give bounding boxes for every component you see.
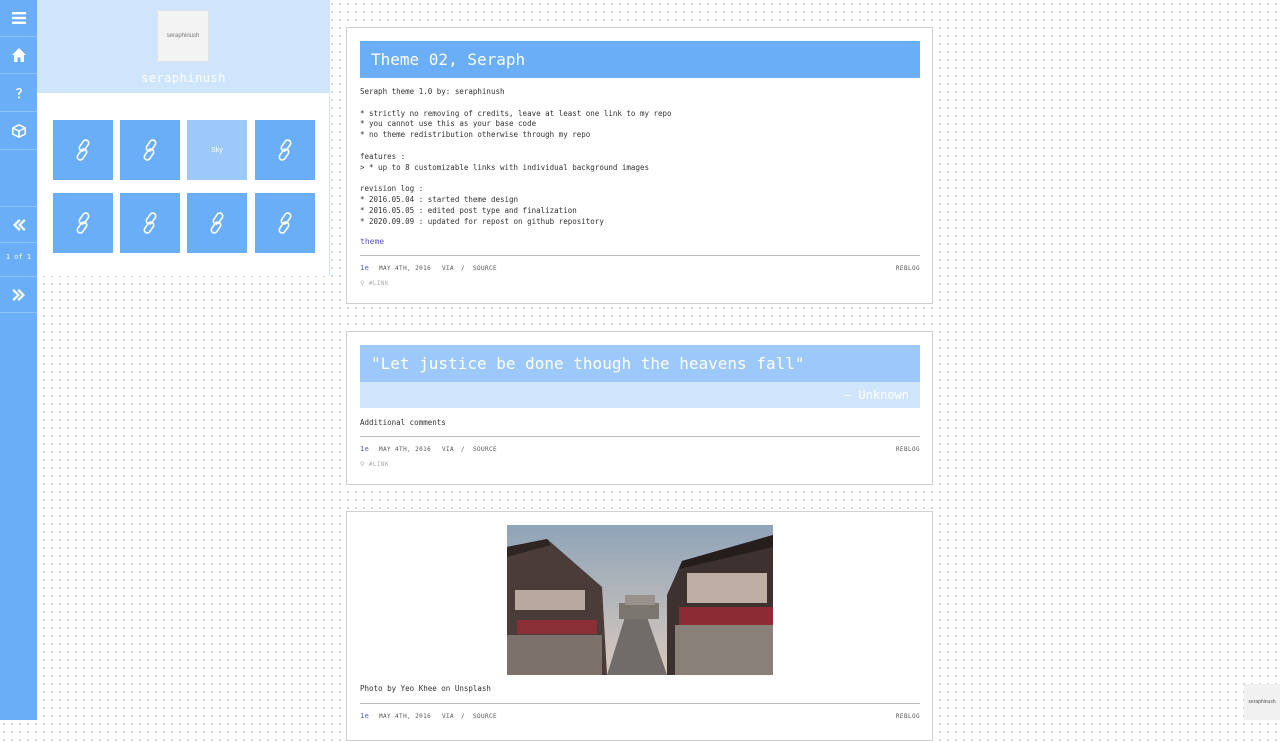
post-tag[interactable]: theme [360, 237, 384, 246]
divider [360, 703, 920, 704]
note-count[interactable]: 1e [360, 445, 369, 453]
link-icon [143, 139, 157, 161]
menu-button[interactable] [0, 0, 37, 37]
meta-separator: / [461, 265, 466, 272]
custom-link-5[interactable] [53, 193, 113, 253]
link-icon: ⚲ [360, 461, 365, 468]
permalink[interactable]: ⚲ #LINK [360, 280, 389, 287]
reblog-link[interactable]: REBLOG [896, 265, 920, 272]
custom-link-8[interactable] [255, 193, 315, 253]
avatar[interactable]: seraphinush [157, 10, 209, 62]
street-photo-image [507, 525, 773, 675]
blog-title[interactable]: seraphinush [37, 71, 330, 85]
hamburger-icon [11, 12, 26, 24]
cube-icon [11, 124, 26, 138]
permalink[interactable]: ⚲ #LINK [360, 461, 389, 468]
custom-link-6[interactable] [120, 193, 180, 253]
question-icon [15, 88, 22, 99]
post-photo[interactable] [507, 525, 773, 675]
custom-link-1[interactable] [53, 120, 113, 180]
source-link[interactable]: SOURCE [473, 713, 497, 720]
next-page-button[interactable] [0, 276, 37, 313]
prev-page-button[interactable] [0, 206, 37, 243]
quote-post: "Let justice be done though the heavens … [346, 331, 933, 485]
link-icon [143, 212, 157, 234]
meta-separator: / [461, 446, 466, 453]
ask-button[interactable] [0, 75, 37, 112]
text-post: Theme 02, Seraph Seraph theme 1.0 by: se… [346, 27, 933, 304]
note-count[interactable]: 1e [360, 712, 369, 720]
via-link[interactable]: VIA [442, 446, 454, 453]
link-icon [210, 212, 224, 234]
link-icon [76, 139, 90, 161]
post-date[interactable]: MAY 4TH, 2016 [379, 713, 431, 720]
post-body: Seraph theme 1.0 by: seraphinush * stric… [360, 87, 672, 226]
post-meta: 1e MAY 4TH, 2016 VIA / SOURCE REBLOG [360, 712, 920, 723]
quote-source: — Unknown [360, 382, 920, 408]
reblog-link[interactable]: REBLOG [896, 446, 920, 453]
post-date[interactable]: MAY 4TH, 2016 [379, 446, 431, 453]
post-body: Additional comments [360, 418, 446, 427]
via-link[interactable]: VIA [442, 265, 454, 272]
custom-link-label: Sky [211, 146, 223, 154]
quote-text: "Let justice be done though the heavens … [360, 345, 920, 382]
post-meta: 1e MAY 4TH, 2016 VIA / SOURCE REBLOG [360, 445, 920, 456]
page-indicator: 1 of 1 [5, 253, 32, 261]
left-rail: 1 of 1 [0, 0, 37, 720]
reblog-link[interactable]: REBLOG [896, 713, 920, 720]
custom-link-2[interactable] [120, 120, 180, 180]
custom-link-sky[interactable]: Sky [187, 120, 247, 180]
post-date[interactable]: MAY 4TH, 2016 [379, 265, 431, 272]
photo-caption: Photo by Yeo Khee on Unsplash [360, 684, 491, 693]
post-meta: 1e MAY 4TH, 2016 VIA / SOURCE REBLOG [360, 264, 920, 275]
archive-button[interactable] [0, 113, 37, 150]
divider [360, 255, 920, 256]
via-link[interactable]: VIA [442, 713, 454, 720]
photo-post: Photo by Yeo Khee on Unsplash 1e MAY 4TH… [346, 511, 933, 741]
link-icon: ⚲ [360, 280, 365, 287]
custom-link-4[interactable] [255, 120, 315, 180]
corner-avatar-badge[interactable]: seraphinush [1244, 684, 1280, 720]
double-chevron-right-icon [11, 288, 25, 301]
blog-header: seraphinush seraphinush [37, 0, 330, 93]
link-icon [278, 139, 292, 161]
source-link[interactable]: SOURCE [473, 265, 497, 272]
meta-separator: / [461, 713, 466, 720]
post-title[interactable]: Theme 02, Seraph [360, 41, 920, 78]
permalink-label: #LINK [368, 461, 389, 468]
source-link[interactable]: SOURCE [473, 446, 497, 453]
home-button[interactable] [0, 37, 37, 74]
home-icon [11, 48, 26, 62]
custom-link-7[interactable] [187, 193, 247, 253]
link-icon [76, 212, 90, 234]
double-chevron-left-icon [12, 218, 26, 231]
custom-links-panel: Sky [37, 93, 330, 276]
divider [360, 436, 920, 437]
note-count[interactable]: 1e [360, 264, 369, 272]
permalink-label: #LINK [368, 280, 389, 287]
link-icon [278, 212, 292, 234]
avatar-text: seraphinush [166, 33, 200, 39]
